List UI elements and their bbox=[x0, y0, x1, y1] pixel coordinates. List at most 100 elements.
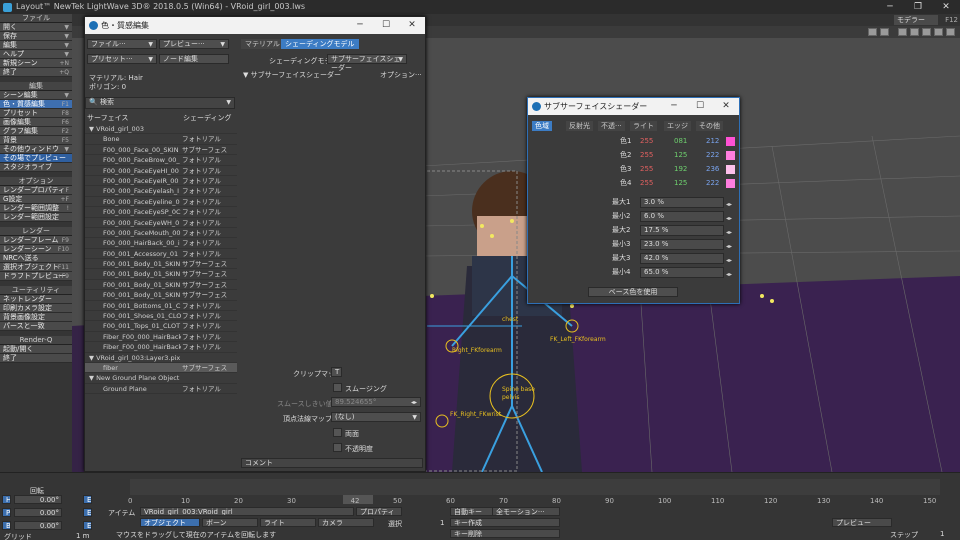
preview-menu[interactable]: プレビュー··· ▼ bbox=[159, 39, 229, 49]
timeline-slider[interactable] bbox=[130, 479, 940, 495]
minimize-icon[interactable]: ─ bbox=[347, 17, 373, 34]
shader-tab[interactable]: エッジ bbox=[664, 121, 691, 131]
surface-row[interactable]: Ground Plane フォトリアル bbox=[85, 384, 237, 395]
bone-label[interactable]: pelvis bbox=[502, 394, 520, 401]
surface-row[interactable]: F00_000_FaceMouth_00 フォトリアル bbox=[85, 228, 237, 239]
b-envelope-button[interactable]: E bbox=[83, 521, 92, 530]
surface-row[interactable]: F00_001_Body_01_SKIN サブサーフェス bbox=[85, 259, 237, 270]
p-value-input[interactable]: 0.00° bbox=[14, 508, 62, 517]
h-envelope-button[interactable]: E bbox=[83, 495, 92, 504]
sidebar-item[interactable]: ドラフトプレビュー +F9 bbox=[0, 272, 72, 281]
maximize-icon[interactable]: ☐ bbox=[373, 17, 399, 34]
b-channel-button[interactable]: B bbox=[2, 521, 11, 530]
sidebar-item[interactable]: ネットレンダー bbox=[0, 295, 72, 304]
column-shading[interactable]: シェーディング bbox=[183, 113, 232, 123]
color-row[interactable]: 色2 255 125 222 bbox=[528, 149, 740, 162]
shader-tab[interactable]: 反射光 bbox=[566, 121, 593, 131]
shader-tab[interactable]: その他 bbox=[696, 121, 723, 131]
sidebar-item[interactable]: 印刷カメラ設定 bbox=[0, 304, 72, 313]
sidebar-item[interactable]: シーン編集 ▼ bbox=[0, 91, 72, 100]
shader-tab[interactable]: 色域 bbox=[532, 121, 552, 131]
sidebar-item[interactable]: パースと一致 bbox=[0, 322, 72, 331]
sidebar-item[interactable]: G設定 +F bbox=[0, 195, 72, 204]
surface-row[interactable]: F00_001_Body_01_SKIN サブサーフェス bbox=[85, 280, 237, 291]
sidebar-item[interactable]: 起動/開く bbox=[0, 345, 72, 354]
surface-row[interactable]: F00_001_Body_01_SKIN サブサーフェス bbox=[85, 290, 237, 301]
close-icon[interactable]: ✕ bbox=[399, 17, 425, 34]
surface-row[interactable]: F00_000_FaceBrow_00_ フォトリアル bbox=[85, 155, 237, 166]
sidebar-item[interactable]: 編集 ▼ bbox=[0, 41, 72, 50]
property-button[interactable]: プロパティ bbox=[356, 507, 402, 516]
sidebar-item[interactable]: レンダーシーン F10 bbox=[0, 245, 72, 254]
bone-label[interactable]: chest bbox=[502, 316, 518, 323]
surface-group-row[interactable]: ▼ New Ground Plane Object bbox=[85, 373, 237, 384]
sidebar-item[interactable]: 選択オブジェクト F11 bbox=[0, 263, 72, 272]
p-envelope-button[interactable]: E bbox=[83, 508, 92, 517]
smooth-threshold-input[interactable]: 89.524655° ◂▸ bbox=[331, 397, 421, 407]
item-select[interactable]: VRoid_girl_003:VRoid_girl bbox=[140, 507, 354, 516]
vertex-normal-select[interactable]: (なし) ▼ bbox=[331, 412, 421, 422]
surface-row[interactable]: F00_001_Accessory_01 フォトリアル bbox=[85, 249, 237, 260]
sidebar-item[interactable]: 背景画像設定 bbox=[0, 313, 72, 322]
sidebar-item[interactable]: スタジオライブ bbox=[0, 163, 72, 172]
color-swatch[interactable] bbox=[726, 151, 735, 160]
objects-button[interactable]: オブジェクト bbox=[140, 518, 200, 527]
shader-titlebar[interactable]: サブサーフェイスシェーダー ─ ☐ ✕ bbox=[528, 98, 739, 115]
bone-label[interactable]: FK_Left_FKforearm bbox=[550, 336, 606, 343]
maximize-icon[interactable]: ❐ bbox=[904, 0, 932, 14]
surface-editor-titlebar[interactable]: 色・質感編集 ─ ☐ ✕ bbox=[85, 17, 425, 34]
p-channel-button[interactable]: P bbox=[2, 508, 11, 517]
options-menu[interactable]: オプション··· bbox=[380, 70, 422, 80]
clip-map-button[interactable]: T bbox=[331, 367, 342, 377]
surface-row[interactable]: F00_000_FaceEyeHI_00 フォトリアル bbox=[85, 166, 237, 176]
tab-material[interactable]: マテリアル bbox=[241, 39, 284, 49]
param-input[interactable]: 42.0 % bbox=[640, 253, 724, 264]
color-swatch[interactable] bbox=[726, 179, 735, 188]
surface-row[interactable]: F00_000_FaceEyeWH_0 フォトリアル bbox=[85, 218, 237, 228]
param-input[interactable]: 3.0 % bbox=[640, 197, 724, 208]
h-channel-button[interactable]: H bbox=[2, 495, 11, 504]
shading-model-select[interactable]: サブサーフェイスシェーダー ▼ bbox=[327, 54, 407, 72]
param-input[interactable]: 17.5 % bbox=[640, 225, 724, 236]
tab-shading-model[interactable]: シェーディングモデル bbox=[281, 39, 359, 49]
bone-label[interactable]: Spine base bbox=[502, 386, 535, 393]
close-icon[interactable]: ✕ bbox=[713, 98, 739, 115]
sidebar-item[interactable]: 新規シーン +N bbox=[0, 59, 72, 68]
delete-key-button[interactable]: キー削除 bbox=[450, 529, 560, 538]
param-arrows-icon[interactable]: ◂▸ bbox=[726, 268, 732, 281]
sidebar-item[interactable]: 背景 F5 bbox=[0, 136, 72, 145]
minimize-icon[interactable]: ─ bbox=[661, 98, 687, 115]
color-swatch[interactable] bbox=[726, 137, 735, 146]
maximize-icon[interactable]: ☐ bbox=[687, 98, 713, 115]
comment-field[interactable]: コメント bbox=[241, 458, 423, 468]
preview-button[interactable]: プレビュー bbox=[832, 518, 892, 527]
sidebar-item[interactable]: ヘルプ ▼ bbox=[0, 50, 72, 59]
sidebar-item[interactable]: NRCへ送る bbox=[0, 254, 72, 263]
node-edit-button[interactable]: ノード編集 bbox=[159, 54, 229, 64]
surface-group-row[interactable]: ▼ VRoid_girl_003 bbox=[85, 124, 237, 135]
minimize-icon[interactable]: ─ bbox=[876, 0, 904, 14]
color-swatch[interactable] bbox=[726, 165, 735, 174]
shader-tab[interactable]: 不透··· bbox=[598, 121, 625, 131]
close-icon[interactable]: ✕ bbox=[932, 0, 960, 14]
shader-tab[interactable]: ライト bbox=[630, 121, 657, 131]
surface-row[interactable]: fiber サブサーフェス bbox=[85, 362, 237, 374]
column-surface[interactable]: サーフェイス bbox=[87, 113, 128, 123]
param-input[interactable]: 6.0 % bbox=[640, 211, 724, 222]
surface-row[interactable]: F00_001_Body_01_SKIN サブサーフェス bbox=[85, 269, 237, 280]
b-value-input[interactable]: 0.00° bbox=[14, 521, 62, 530]
color-row[interactable]: 色3 255 192 236 bbox=[528, 163, 740, 176]
surface-row[interactable]: F00_000_HairBack_00_i フォトリアル bbox=[85, 238, 237, 249]
color-row[interactable]: 色1 255 081 212 bbox=[528, 135, 740, 148]
all-motion-select[interactable]: 全モーション··· bbox=[492, 507, 560, 516]
sidebar-item[interactable]: その場でプレビュー bbox=[0, 154, 72, 163]
subsurface-header[interactable]: ▼ サブサーフェイスシェーダー bbox=[243, 70, 341, 80]
surface-row[interactable]: Fiber_F00_000_HairBack フォトリアル bbox=[85, 342, 237, 353]
h-value-input[interactable]: 0.00° bbox=[14, 495, 62, 504]
sidebar-item[interactable]: グラフ編集 F2 bbox=[0, 127, 72, 136]
preset-menu[interactable]: プリセット··· ▼ bbox=[87, 54, 157, 64]
surface-row[interactable]: F00_001_Bottoms_01_C フォトリアル bbox=[85, 301, 237, 312]
lights-button[interactable]: ライト bbox=[260, 518, 316, 527]
double-sided-checkbox[interactable] bbox=[333, 428, 342, 437]
file-menu[interactable]: ファイル··· ▼ bbox=[87, 39, 157, 49]
